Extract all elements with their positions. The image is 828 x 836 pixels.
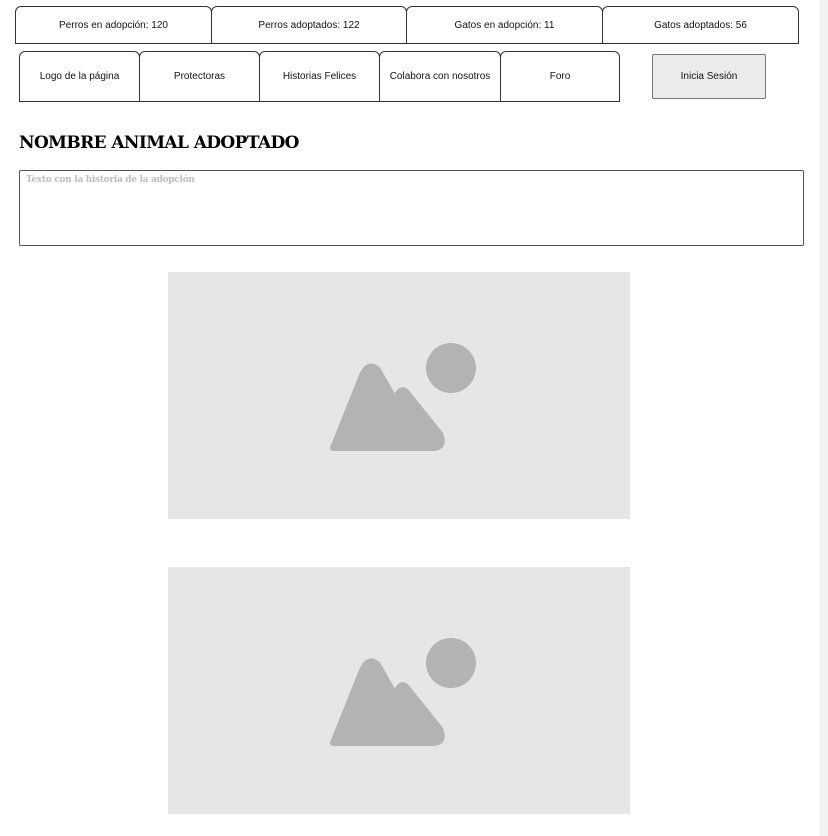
story-textarea[interactable]: Texto con la historia de la adopción (19, 170, 804, 246)
stat-dogs-adopted: Perros adoptados: 122 (211, 6, 407, 44)
nav-item-historias-felices[interactable]: Historias Felices (259, 51, 380, 102)
stat-dogs-for-adoption: Perros en adopción: 120 (15, 6, 212, 44)
nav-item-protectoras[interactable]: Protectoras (139, 51, 260, 102)
nav-item-label: Logo de la página (39, 71, 120, 82)
stat-cats-for-adoption: Gatos en adopción: 11 (406, 6, 603, 44)
page-title: NOMBRE ANIMAL ADOPTADO (19, 133, 299, 153)
login-button[interactable]: Inicia Sesión (652, 54, 766, 99)
login-button-label: Inicia Sesión (680, 71, 738, 82)
story-placeholder: Texto con la historia de la adopción (26, 175, 195, 185)
right-gutter (820, 0, 828, 836)
stat-label: Gatos en adopción: 11 (454, 19, 555, 31)
nav-item-foro[interactable]: Foro (500, 51, 620, 102)
nav-item-label: Colabora con nosotros (389, 71, 491, 82)
nav-item-label: Historias Felices (282, 71, 357, 82)
image-placeholder-1 (168, 272, 630, 519)
stat-label: Perros adoptados: 122 (258, 19, 360, 31)
stat-cats-adopted: Gatos adoptados: 56 (602, 6, 799, 44)
image-placeholder-2 (168, 567, 630, 814)
nav-item-label: Protectoras (173, 71, 226, 82)
nav-item-label: Foro (549, 71, 571, 82)
nav-logo[interactable]: Logo de la página (19, 51, 140, 102)
stat-label: Gatos adoptados: 56 (654, 19, 747, 31)
stat-label: Perros en adopción: 120 (59, 19, 168, 31)
image-placeholder-icon (330, 638, 476, 746)
nav-item-colabora[interactable]: Colabora con nosotros (379, 51, 501, 102)
image-placeholder-icon (330, 343, 476, 451)
